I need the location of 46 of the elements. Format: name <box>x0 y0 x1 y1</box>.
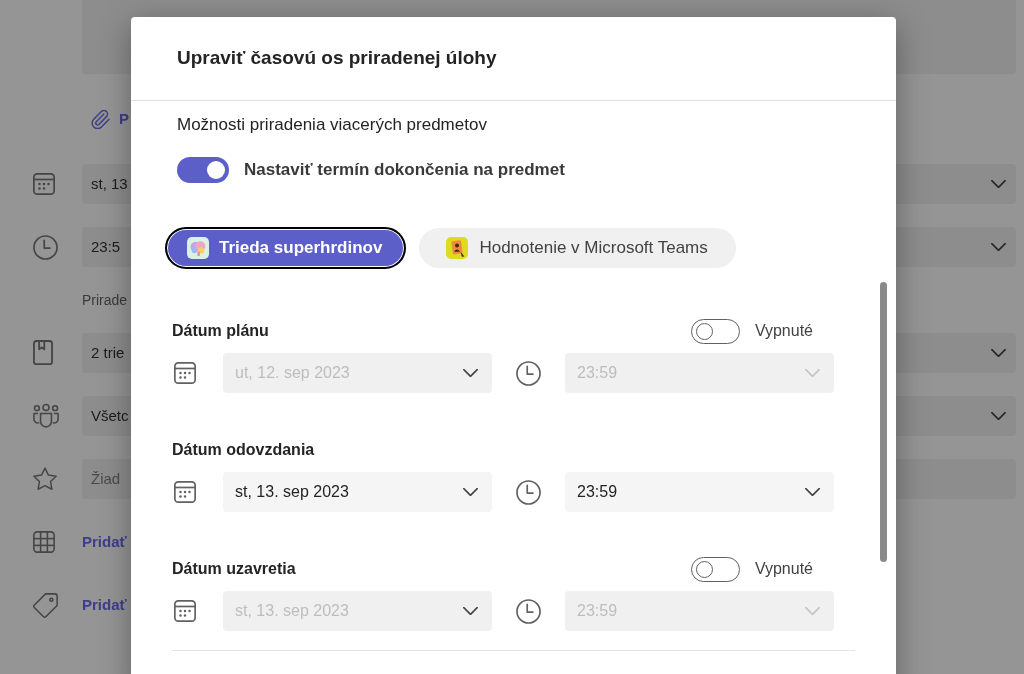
date-label: Dátum odovzdania <box>172 440 315 460</box>
tag-icon <box>33 592 58 618</box>
clock-icon <box>516 598 541 624</box>
calendar-icon <box>33 173 55 195</box>
scrollbar[interactable] <box>880 282 887 562</box>
class-chip[interactable]: Hodnotenie v Microsoft Teams <box>419 228 736 268</box>
book-icon <box>33 340 53 366</box>
section-title: Možnosti priradenia viacerých predmetov <box>177 114 487 136</box>
chevron-down-icon <box>991 179 1006 189</box>
calendar-icon <box>174 362 196 384</box>
chevron-down-icon <box>463 487 478 497</box>
calendar-icon <box>174 481 196 503</box>
toggle-label: Nastaviť termín dokončenia na predmet <box>244 159 565 182</box>
field-caption: Prirade <box>82 290 128 310</box>
chevron-down-icon <box>463 368 478 378</box>
chevron-down-icon <box>805 606 820 616</box>
bubbles-tile-icon <box>187 237 209 259</box>
chevron-down-icon <box>991 348 1006 358</box>
chevron-down-icon <box>991 242 1006 252</box>
toggle-switch[interactable] <box>177 157 229 183</box>
chevron-down-icon <box>805 368 820 378</box>
toggle-switch[interactable] <box>690 556 740 582</box>
clock-icon <box>516 479 541 505</box>
toggle-label: Vypnuté <box>754 559 813 579</box>
chevron-down-icon <box>463 606 478 616</box>
toggle-label: Vypnuté <box>754 321 813 341</box>
grid-icon <box>33 531 55 553</box>
class-chip[interactable]: Trieda superhrdinov <box>165 227 407 269</box>
date-label: Dátum plánu <box>172 321 269 341</box>
date-picker[interactable]: st, 13. sep 2023 <box>223 472 492 512</box>
people-icon <box>33 403 59 429</box>
chevron-down-icon <box>805 487 820 497</box>
clock-icon <box>516 360 541 386</box>
date-label: Dátum uzavretia <box>172 559 296 579</box>
star-icon <box>33 467 57 491</box>
dialog-title: Upraviť časovú os priradenej úlohy <box>177 46 497 71</box>
calendar-icon <box>174 600 196 622</box>
add-link[interactable]: Pridať <box>82 593 127 617</box>
chevron-down-icon <box>991 411 1006 421</box>
attachment-link[interactable]: P <box>119 107 129 131</box>
card-tile-icon <box>446 237 469 259</box>
paperclip-icon <box>91 109 110 129</box>
toggle-switch[interactable] <box>690 318 740 344</box>
add-link[interactable]: Pridať <box>82 530 127 554</box>
clock-icon <box>33 234 58 260</box>
time-picker[interactable]: 23:59 <box>565 472 834 512</box>
